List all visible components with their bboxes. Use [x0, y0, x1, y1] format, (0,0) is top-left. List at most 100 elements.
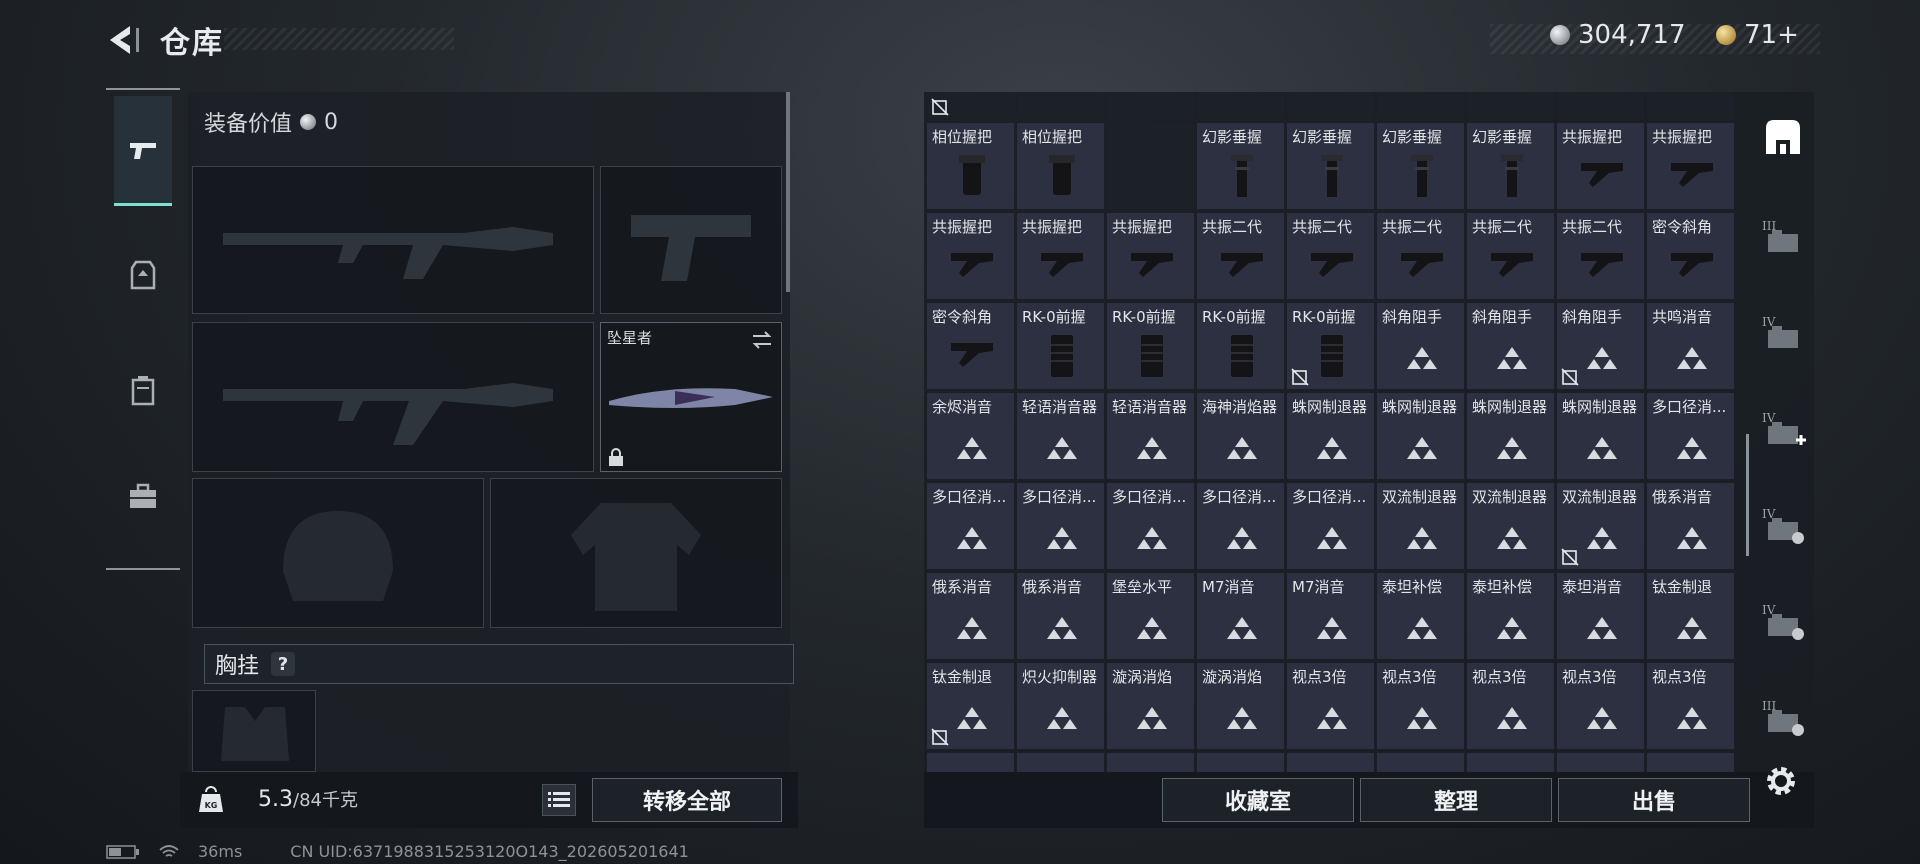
storage-tier-3-lock-icon[interactable]: III: [1760, 694, 1806, 740]
inventory-cell[interactable]: [1016, 92, 1105, 120]
inventory-cell[interactable]: 多口径消...: [1646, 392, 1735, 480]
melee-slot[interactable]: 坠星者: [600, 322, 782, 472]
inventory-cell[interactable]: [1286, 752, 1375, 772]
inventory-cell[interactable]: 轻语消音器: [1106, 392, 1195, 480]
inventory-cell[interactable]: 双流制退器: [1376, 482, 1465, 570]
inventory-cell[interactable]: [1106, 92, 1195, 120]
gear-icon[interactable]: [1760, 760, 1802, 802]
inventory-cell[interactable]: 漩涡消焰: [1106, 662, 1195, 750]
chest-rig-slot[interactable]: [192, 690, 316, 772]
primary-weapon-slot-2[interactable]: [192, 322, 594, 472]
inventory-cell[interactable]: 多口径消...: [1106, 482, 1195, 570]
inventory-cell[interactable]: 相位握把: [926, 122, 1015, 210]
inventory-cell[interactable]: 泰坦补偿: [1376, 572, 1465, 660]
inventory-cell[interactable]: [1196, 752, 1285, 772]
inventory-cell[interactable]: 共鸣消音: [1646, 302, 1735, 390]
tab-case[interactable]: [114, 442, 172, 552]
inventory-cell[interactable]: 共振握把: [926, 212, 1015, 300]
inventory-cell[interactable]: [1376, 752, 1465, 772]
inventory-cell[interactable]: 双流制退器: [1466, 482, 1555, 570]
inventory-cell[interactable]: 炽火抑制器: [1016, 662, 1105, 750]
inventory-cell[interactable]: 俄系消音: [1646, 482, 1735, 570]
body-armor-slot[interactable]: [490, 478, 782, 628]
inventory-cell[interactable]: 漩涡消焰: [1196, 662, 1285, 750]
inventory-cell[interactable]: [1196, 92, 1285, 120]
inventory-cell[interactable]: [1466, 92, 1555, 120]
inventory-cell[interactable]: 视点3倍: [1466, 662, 1555, 750]
loadout-scrollbar[interactable]: [786, 92, 790, 292]
inventory-cell[interactable]: [1466, 752, 1555, 772]
inventory-cell[interactable]: [1106, 122, 1195, 210]
inventory-cell[interactable]: 蛛网制退器: [1556, 392, 1645, 480]
inventory-cell[interactable]: 俄系消音: [1016, 572, 1105, 660]
main-storage-icon[interactable]: [1760, 114, 1806, 160]
collection-room-button[interactable]: 收藏室: [1162, 778, 1354, 822]
inventory-cell[interactable]: 幻影垂握: [1466, 122, 1555, 210]
storage-tier-3-icon[interactable]: III: [1760, 214, 1806, 260]
organize-button[interactable]: 整理: [1360, 778, 1552, 822]
inventory-cell[interactable]: 多口径消...: [1196, 482, 1285, 570]
inventory-cell[interactable]: 多口径消...: [926, 482, 1015, 570]
sidearm-slot[interactable]: [600, 166, 782, 314]
inventory-cell[interactable]: 俄系消音: [926, 572, 1015, 660]
inventory-cell[interactable]: 多口径消...: [1286, 482, 1375, 570]
storage-tier-4-lock-icon[interactable]: IV: [1760, 598, 1806, 644]
helmet-slot[interactable]: [192, 478, 484, 628]
inventory-cell[interactable]: 多口径消...: [1016, 482, 1105, 570]
inventory-cell[interactable]: M7消音: [1286, 572, 1375, 660]
inventory-cell[interactable]: 斜角阻手: [1556, 302, 1645, 390]
inventory-cell[interactable]: 共振握把: [1646, 122, 1735, 210]
inventory-cell[interactable]: M7消音: [1196, 572, 1285, 660]
inventory-cell[interactable]: 斜角阻手: [1466, 302, 1555, 390]
inventory-cell[interactable]: 共振二代: [1466, 212, 1555, 300]
inventory-cell[interactable]: 双流制退器: [1556, 482, 1645, 570]
inventory-scrollbar[interactable]: [1746, 434, 1749, 556]
inventory-cell[interactable]: 视点3倍: [1646, 662, 1735, 750]
inventory-cell[interactable]: 共振握把: [1016, 212, 1105, 300]
inventory-cell[interactable]: 视点3倍: [1376, 662, 1465, 750]
inventory-cell[interactable]: [926, 92, 1015, 120]
inventory-cell[interactable]: RK-0前握: [1106, 302, 1195, 390]
back-arrow-icon[interactable]: [104, 22, 144, 58]
inventory-cell[interactable]: 共振握把: [1556, 122, 1645, 210]
inventory-cell[interactable]: RK-0前握: [1016, 302, 1105, 390]
inventory-cell[interactable]: 共振二代: [1376, 212, 1465, 300]
inventory-cell[interactable]: 余烬消音: [926, 392, 1015, 480]
inventory-cell[interactable]: RK-0前握: [1286, 302, 1375, 390]
inventory-cell[interactable]: [1016, 752, 1105, 772]
inventory-cell[interactable]: 蛛网制退器: [1466, 392, 1555, 480]
help-icon[interactable]: ?: [271, 652, 296, 676]
storage-tier-4-icon[interactable]: IV: [1760, 310, 1806, 356]
tab-armor[interactable]: [114, 220, 172, 330]
inventory-cell[interactable]: 密令斜角: [1646, 212, 1735, 300]
inventory-cell[interactable]: 轻语消音器: [1016, 392, 1105, 480]
gold-currency[interactable]: 71+: [1716, 20, 1799, 50]
inventory-cell[interactable]: 共振二代: [1556, 212, 1645, 300]
storage-tier-4-add-icon[interactable]: IV: [1760, 406, 1806, 452]
inventory-cell[interactable]: [1106, 752, 1195, 772]
inventory-cell[interactable]: 幻影垂握: [1196, 122, 1285, 210]
inventory-cell[interactable]: 幻影垂握: [1376, 122, 1465, 210]
inventory-cell[interactable]: [1286, 92, 1375, 120]
storage-tier-4-lock-icon[interactable]: IV: [1760, 502, 1806, 548]
tab-backpack[interactable]: [114, 335, 172, 445]
transfer-all-button[interactable]: 转移全部: [592, 778, 782, 822]
inventory-cell[interactable]: 钛金制退: [1646, 572, 1735, 660]
inventory-cell[interactable]: [1646, 92, 1735, 120]
swap-icon[interactable]: [749, 329, 775, 351]
inventory-cell[interactable]: [1556, 752, 1645, 772]
inventory-cell[interactable]: 海神消焰器: [1196, 392, 1285, 480]
inventory-cell[interactable]: 密令斜角: [926, 302, 1015, 390]
inventory-cell[interactable]: 钛金制退: [926, 662, 1015, 750]
inventory-cell[interactable]: 共振握把: [1106, 212, 1195, 300]
inventory-cell[interactable]: 泰坦补偿: [1466, 572, 1555, 660]
inventory-cell[interactable]: 幻影垂握: [1286, 122, 1375, 210]
sell-button[interactable]: 出售: [1558, 778, 1750, 822]
inventory-cell[interactable]: 共振二代: [1286, 212, 1375, 300]
inventory-cell[interactable]: 堡垒水平: [1106, 572, 1195, 660]
inventory-cell[interactable]: 泰坦消音: [1556, 572, 1645, 660]
primary-weapon-slot-1[interactable]: [192, 166, 594, 314]
inventory-cell[interactable]: [1646, 752, 1735, 772]
inventory-cell[interactable]: 蛛网制退器: [1376, 392, 1465, 480]
inventory-cell[interactable]: 蛛网制退器: [1286, 392, 1375, 480]
